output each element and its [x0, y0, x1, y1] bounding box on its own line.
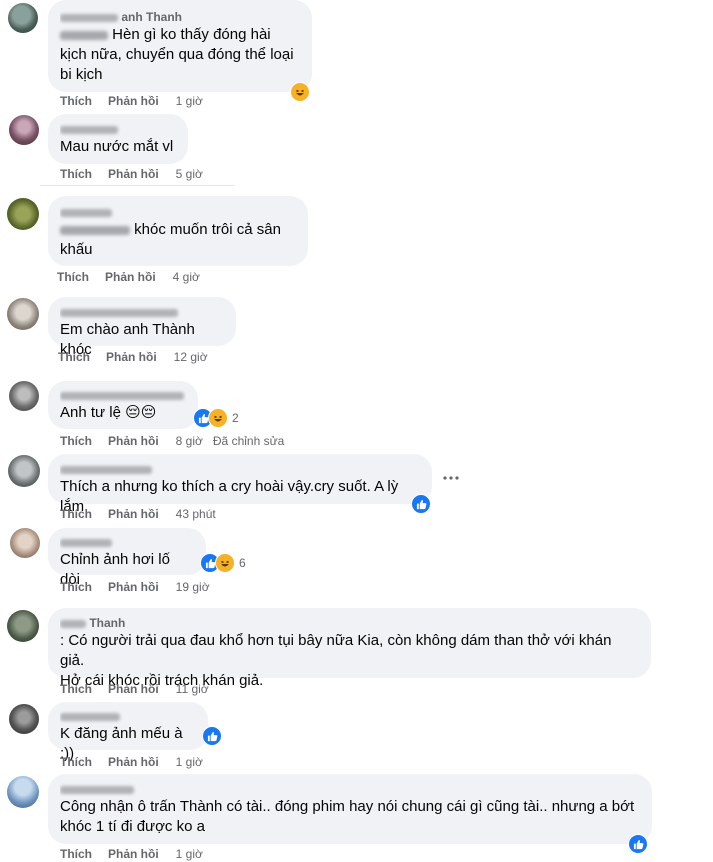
comment-actions: Thích Phản hồi 11 giờ: [60, 681, 209, 697]
reply-button[interactable]: Phản hồi: [108, 681, 159, 697]
avatar[interactable]: [9, 704, 39, 734]
avatar[interactable]: [7, 298, 39, 330]
haha-emoji-icon: [290, 82, 310, 102]
comment-time[interactable]: 4 giờ: [173, 269, 200, 285]
comment-text: Công nhận ô trấn Thành có tài.. đóng phi…: [60, 798, 635, 835]
comment-actions: Thích Phản hồi 19 giờ: [60, 579, 210, 595]
comment-actions: Thích Phản hồi 43 phút: [60, 506, 216, 522]
reply-button[interactable]: Phản hồi: [106, 349, 157, 365]
comment-actions: Thích Phản hồi 12 giờ: [58, 349, 208, 365]
comment-actions: Thích Phản hồi 8 giờ Đã chỉnh sửa: [60, 433, 284, 449]
comment-reactions[interactable]: [290, 82, 310, 102]
reply-button[interactable]: Phản hồi: [108, 579, 159, 595]
comment-author[interactable]: [60, 387, 186, 403]
comment-text: Mau nước mắt vl: [60, 138, 174, 155]
reaction-count: 2: [232, 411, 239, 425]
avatar[interactable]: [10, 528, 40, 558]
comment-bubble: Mau nước mắt vl: [48, 114, 188, 164]
comment-time[interactable]: 11 giờ: [176, 681, 209, 697]
comment-bubble: Em chào anh Thành khóc: [48, 297, 236, 358]
comment-actions: Thích Phản hồi 1 giờ: [60, 846, 203, 862]
like-button[interactable]: Thích: [60, 166, 92, 182]
comment-author[interactable]: anh Thanh: [60, 9, 300, 25]
comment-time[interactable]: 8 giờ: [176, 433, 203, 449]
comment-actions: Thích Phản hồi 1 giờ: [60, 754, 203, 770]
comment-reactions[interactable]: 6: [200, 553, 246, 573]
comment-bubble: khóc muốn trôi cả sân khấu: [48, 196, 308, 266]
comment-time[interactable]: 1 giờ: [176, 846, 203, 862]
avatar[interactable]: [7, 198, 39, 230]
comment-bubble: Công nhận ô trấn Thành có tài.. đóng phi…: [48, 774, 652, 844]
reply-button[interactable]: Phản hồi: [108, 506, 159, 522]
like-button[interactable]: Thích: [60, 846, 92, 862]
avatar[interactable]: [8, 3, 38, 33]
comment-time[interactable]: 12 giờ: [174, 349, 208, 365]
comment-actions: Thích Phản hồi 4 giờ: [57, 269, 200, 285]
thumbs-up-icon: [628, 834, 648, 854]
reply-button[interactable]: Phản hồi: [108, 166, 159, 182]
avatar[interactable]: [9, 115, 39, 145]
comment-actions: Thích Phản hồi 5 giờ: [60, 166, 203, 182]
comment-time[interactable]: 19 giờ: [176, 579, 210, 595]
avatar[interactable]: [8, 455, 40, 487]
haha-emoji-icon: [215, 553, 235, 573]
comment-time[interactable]: 43 phút: [176, 506, 216, 522]
comment-author[interactable]: [60, 781, 640, 797]
comment-bubble: Thích a nhưng ko thích a cry hoài vậy.cr…: [48, 454, 432, 515]
like-button[interactable]: Thích: [60, 681, 92, 697]
reply-button[interactable]: Phản hồi: [108, 93, 159, 109]
comment-author[interactable]: [60, 304, 224, 320]
comment-author[interactable]: [60, 461, 420, 477]
comment-reactions[interactable]: [628, 834, 648, 854]
comment-reactions[interactable]: [202, 726, 222, 746]
comment-reactions[interactable]: 2: [193, 408, 239, 428]
like-button[interactable]: Thích: [58, 349, 90, 365]
comment-author[interactable]: [60, 121, 176, 137]
reply-button[interactable]: Phản hồi: [105, 269, 156, 285]
avatar[interactable]: [7, 776, 39, 808]
comment-reactions[interactable]: [411, 494, 431, 514]
avatar[interactable]: [7, 610, 39, 642]
reply-button[interactable]: Phản hồi: [108, 433, 159, 449]
divider: [40, 185, 235, 186]
like-button[interactable]: Thích: [60, 579, 92, 595]
edited-label[interactable]: Đã chỉnh sửa: [213, 433, 284, 449]
comment-bubble: Chỉnh ảnh hơi lố dòi: [48, 528, 206, 588]
comment-bubble: anh Thanh Hèn gì ko thấy đóng hài kịch n…: [48, 0, 312, 92]
like-button[interactable]: Thích: [57, 269, 89, 285]
like-button[interactable]: Thích: [60, 754, 92, 770]
comment-time[interactable]: 1 giờ: [176, 754, 203, 770]
like-button[interactable]: Thích: [60, 433, 92, 449]
comment-author[interactable]: [60, 534, 194, 550]
comment-bubble: Thanh : Có người trải qua đau khổ hơn tụ…: [48, 608, 651, 689]
more-options-icon[interactable]: [443, 467, 459, 485]
comment-time[interactable]: 1 giờ: [176, 93, 203, 109]
comment-text: Hèn gì ko thấy đóng hài kịch nữa, chuyển…: [60, 26, 294, 83]
comment-time[interactable]: 5 giờ: [176, 166, 203, 182]
comment-author[interactable]: [60, 204, 296, 220]
haha-emoji-icon: [208, 408, 228, 428]
reaction-count: 6: [239, 556, 246, 570]
avatar[interactable]: [9, 381, 39, 411]
reply-button[interactable]: Phản hồi: [108, 754, 159, 770]
like-button[interactable]: Thích: [60, 93, 92, 109]
comment-text: khóc muốn trôi cả sân khấu: [60, 221, 281, 258]
reply-button[interactable]: Phản hồi: [108, 846, 159, 862]
comment-text: Anh tư lệ 😔😔: [60, 404, 157, 421]
like-button[interactable]: Thích: [60, 506, 92, 522]
comment-author[interactable]: Thanh: [60, 615, 639, 631]
comment-bubble: Anh tư lệ 😔😔: [48, 381, 198, 429]
comment-bubble: K đăng ảnh mếu à :)): [48, 702, 208, 762]
comment-actions: Thích Phản hồi 1 giờ: [60, 93, 203, 109]
comment-author[interactable]: [60, 708, 196, 724]
thumbs-up-icon: [411, 494, 431, 514]
thumbs-up-icon: [202, 726, 222, 746]
